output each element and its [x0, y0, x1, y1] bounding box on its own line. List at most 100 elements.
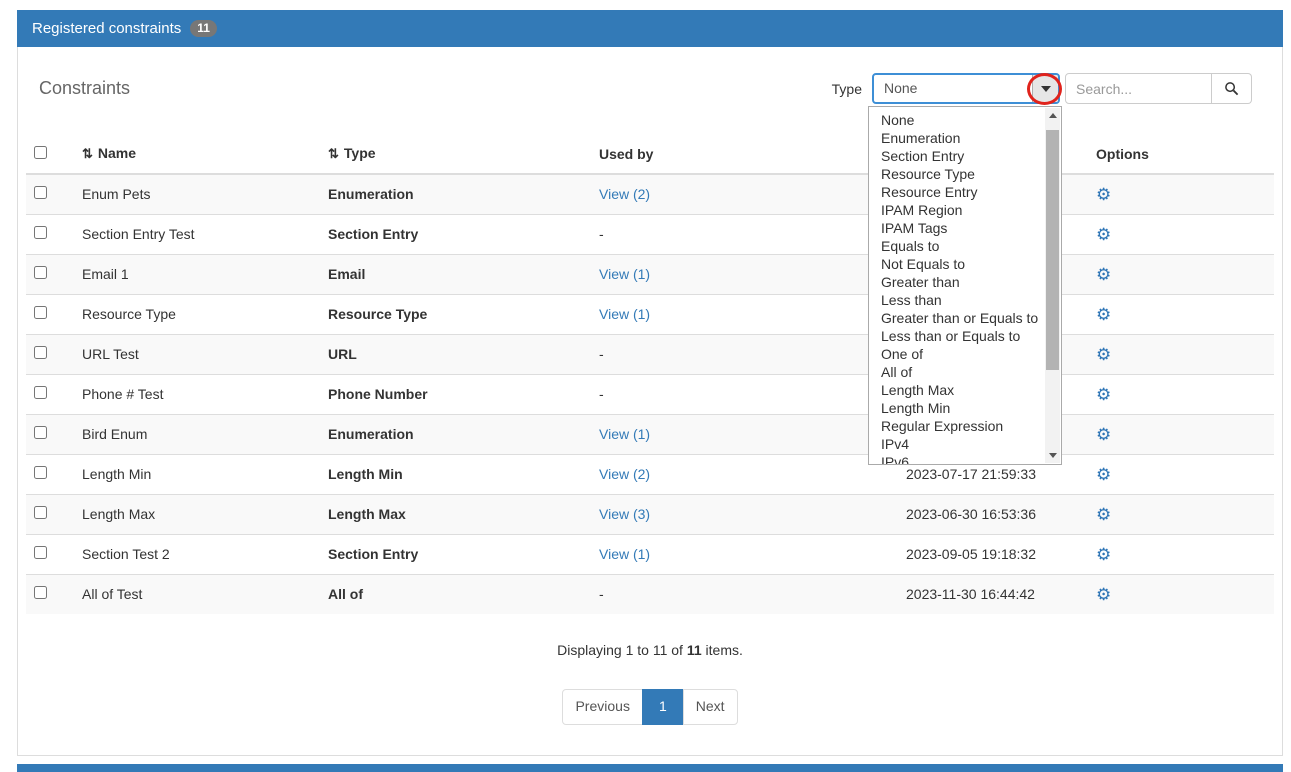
sort-icon: ⇅: [82, 146, 93, 161]
row-checkbox[interactable]: [34, 266, 47, 279]
dropdown-option[interactable]: IPv6: [881, 453, 1043, 465]
table-row[interactable]: Section Entry Test Section Entry - ⚙: [26, 214, 1274, 254]
gear-icon[interactable]: ⚙: [1096, 465, 1111, 484]
used-by-cell: -: [591, 334, 898, 374]
search-input[interactable]: [1065, 73, 1212, 104]
scroll-down-icon: [1049, 453, 1057, 458]
type-dropdown-list: NoneEnumerationSection EntryResource Typ…: [869, 107, 1061, 465]
dropdown-option[interactable]: Equals to: [881, 237, 1043, 255]
dropdown-option[interactable]: IPAM Tags: [881, 219, 1043, 237]
dropdown-option[interactable]: Less than: [881, 291, 1043, 309]
search-button[interactable]: [1212, 73, 1252, 104]
results-summary: Displaying 1 to 11 of 11 items.: [18, 642, 1282, 658]
row-type: URL: [320, 334, 591, 374]
used-by-link[interactable]: View (1): [599, 306, 650, 322]
column-header-type[interactable]: ⇅Type: [320, 134, 591, 174]
gear-icon[interactable]: ⚙: [1096, 505, 1111, 524]
page-1-button[interactable]: 1: [642, 689, 684, 725]
gear-icon[interactable]: ⚙: [1096, 585, 1111, 604]
column-header-options: Options: [1088, 134, 1274, 174]
table-row[interactable]: Bird Enum Enumeration View (1) ⚙: [26, 414, 1274, 454]
dropdown-option[interactable]: Resource Type: [881, 165, 1043, 183]
select-all-checkbox[interactable]: [34, 146, 47, 159]
dropdown-scrollbar[interactable]: [1045, 108, 1060, 463]
row-checkbox[interactable]: [34, 346, 47, 359]
section-title: Constraints: [39, 78, 130, 99]
row-name: Email 1: [74, 254, 320, 294]
table-row[interactable]: URL Test URL - ⚙: [26, 334, 1274, 374]
constraints-table: ⇅Name ⇅Type Used by Options: [26, 134, 1274, 614]
gear-icon[interactable]: ⚙: [1096, 385, 1111, 404]
type-filter-select[interactable]: None: [872, 73, 1060, 104]
used-by-link[interactable]: View (2): [599, 466, 650, 482]
table-row[interactable]: Email 1 Email View (1) ⚙: [26, 254, 1274, 294]
summary-prefix: Displaying 1 to 11 of: [557, 642, 687, 658]
row-type: Section Entry: [320, 214, 591, 254]
used-by-link[interactable]: View (3): [599, 506, 650, 522]
gear-icon[interactable]: ⚙: [1096, 425, 1111, 444]
options-cell: ⚙: [1088, 334, 1274, 374]
gear-icon[interactable]: ⚙: [1096, 265, 1111, 284]
dropdown-option[interactable]: Section Entry: [881, 147, 1043, 165]
dropdown-option[interactable]: Enumeration: [881, 129, 1043, 147]
used-by-link[interactable]: View (1): [599, 426, 650, 442]
row-checkbox[interactable]: [34, 506, 47, 519]
used-by-link[interactable]: View (2): [599, 186, 650, 202]
options-cell: ⚙: [1088, 254, 1274, 294]
gear-icon[interactable]: ⚙: [1096, 545, 1111, 564]
row-name: Bird Enum: [74, 414, 320, 454]
used-by-cell: -: [591, 574, 898, 614]
table-row[interactable]: Resource Type Resource Type View (1) ⚙: [26, 294, 1274, 334]
dropdown-option[interactable]: One of: [881, 345, 1043, 363]
row-checkbox[interactable]: [34, 466, 47, 479]
table-row[interactable]: All of Test All of - 2023-11-30 16:44:42…: [26, 574, 1274, 614]
used-by-value: -: [599, 386, 604, 402]
column-header-type-label: Type: [344, 145, 376, 161]
dropdown-option[interactable]: Greater than or Equals to: [881, 309, 1043, 327]
checkbox-cell: [26, 214, 74, 254]
gear-icon[interactable]: ⚙: [1096, 185, 1111, 204]
dropdown-option[interactable]: Length Min: [881, 399, 1043, 417]
checkbox-cell: [26, 534, 74, 574]
dropdown-option[interactable]: Not Equals to: [881, 255, 1043, 273]
row-checkbox[interactable]: [34, 306, 47, 319]
checkbox-cell: [26, 254, 74, 294]
dropdown-option[interactable]: Less than or Equals to: [881, 327, 1043, 345]
row-name: Resource Type: [74, 294, 320, 334]
used-by-cell: -: [591, 374, 898, 414]
dropdown-option[interactable]: IPv4: [881, 435, 1043, 453]
row-checkbox[interactable]: [34, 226, 47, 239]
row-checkbox[interactable]: [34, 186, 47, 199]
dropdown-option[interactable]: All of: [881, 363, 1043, 381]
table-row[interactable]: Length Min Length Min View (2) 2023-07-1…: [26, 454, 1274, 494]
dropdown-option[interactable]: Regular Expression: [881, 417, 1043, 435]
next-page-button[interactable]: Next: [683, 689, 738, 725]
dropdown-option[interactable]: Greater than: [881, 273, 1043, 291]
row-checkbox[interactable]: [34, 386, 47, 399]
used-by-link[interactable]: View (1): [599, 266, 650, 282]
row-checkbox[interactable]: [34, 426, 47, 439]
dropdown-option[interactable]: None: [881, 111, 1043, 129]
select-caret-button[interactable]: [1032, 75, 1058, 102]
previous-page-button[interactable]: Previous: [562, 689, 642, 725]
scroll-down-button[interactable]: [1045, 448, 1060, 463]
row-name: URL Test: [74, 334, 320, 374]
gear-icon[interactable]: ⚙: [1096, 345, 1111, 364]
gear-icon[interactable]: ⚙: [1096, 225, 1111, 244]
table-row[interactable]: Phone # Test Phone Number - ⚙: [26, 374, 1274, 414]
column-header-name[interactable]: ⇅Name: [74, 134, 320, 174]
dropdown-option[interactable]: IPAM Region: [881, 201, 1043, 219]
checkbox-cell: [26, 454, 74, 494]
table-row[interactable]: Section Test 2 Section Entry View (1) 20…: [26, 534, 1274, 574]
used-by-link[interactable]: View (1): [599, 546, 650, 562]
gear-icon[interactable]: ⚙: [1096, 305, 1111, 324]
row-checkbox[interactable]: [34, 546, 47, 559]
dropdown-option[interactable]: Length Max: [881, 381, 1043, 399]
table-row[interactable]: Length Max Length Max View (3) 2023-06-3…: [26, 494, 1274, 534]
dropdown-option[interactable]: Resource Entry: [881, 183, 1043, 201]
row-checkbox[interactable]: [34, 586, 47, 599]
scrollbar-thumb[interactable]: [1046, 130, 1059, 370]
table-row[interactable]: Enum Pets Enumeration View (2) ⚙: [26, 174, 1274, 214]
scroll-up-button[interactable]: [1045, 108, 1060, 123]
row-type: All of: [320, 574, 591, 614]
